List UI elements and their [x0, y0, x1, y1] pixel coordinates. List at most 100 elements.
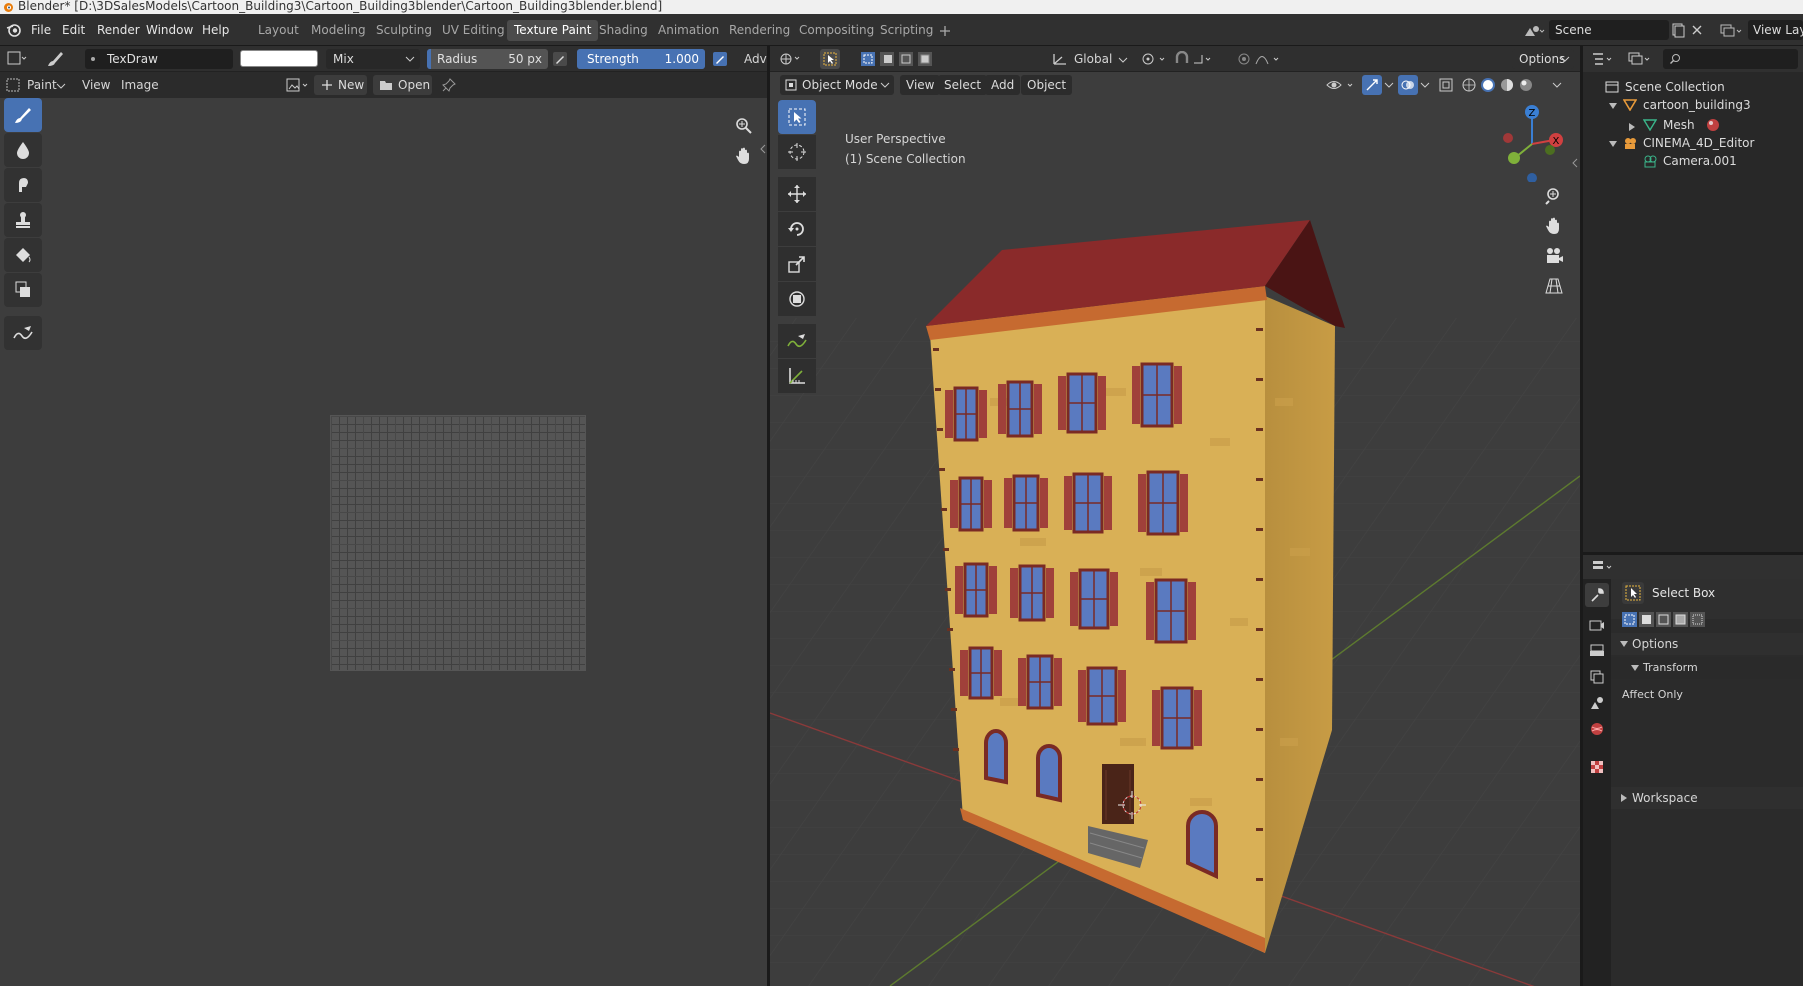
tab-texture-paint[interactable]: Texture Paint	[507, 20, 599, 41]
viewport-menu-add[interactable]: Add	[985, 75, 1021, 95]
texture-tab-icon[interactable]	[1589, 759, 1605, 775]
active-tool-select-icon[interactable]	[820, 49, 840, 69]
proportional-editing-icon[interactable]	[1236, 51, 1286, 67]
outliner-editor-type-icon[interactable]	[1591, 51, 1617, 67]
viewport-editor-type-icon[interactable]	[779, 50, 803, 68]
zoom-icon[interactable]	[1544, 186, 1564, 206]
tool-cursor[interactable]	[778, 135, 816, 169]
tool-smear[interactable]	[4, 168, 42, 202]
output-tab-icon[interactable]	[1589, 643, 1605, 659]
chevron-down-icon[interactable]	[1384, 81, 1394, 89]
tab-uv-editing[interactable]: UV Editing	[435, 20, 512, 41]
image-editor-canvas[interactable]	[0, 98, 767, 986]
tool-soften[interactable]	[4, 133, 42, 167]
menu-file[interactable]: File	[25, 20, 57, 40]
shading-mode-icons[interactable]	[1460, 76, 1544, 94]
image-menu-image[interactable]: Image	[121, 75, 159, 95]
add-workspace-icon[interactable]	[938, 24, 952, 38]
xray-toggle-icon[interactable]	[1438, 77, 1454, 93]
new-scene-icon[interactable]	[1670, 22, 1686, 38]
open-image-button[interactable]: Open	[373, 75, 432, 95]
expand-arrow-icon[interactable]	[1608, 102, 1618, 110]
visibility-icon[interactable]	[1326, 77, 1358, 93]
3d-viewport[interactable]: Global Options Object Mode View Select A…	[770, 46, 1580, 986]
chevron-down-icon[interactable]	[1420, 81, 1430, 89]
tool-select-box[interactable]	[778, 100, 816, 134]
tab-scripting[interactable]: Scripting	[873, 20, 940, 41]
scene-tab-icon[interactable]	[1589, 695, 1605, 711]
scene-name-field[interactable]: Scene	[1549, 20, 1669, 40]
tab-shading[interactable]: Shading	[592, 20, 655, 41]
pan-hand-icon[interactable]	[734, 146, 754, 166]
tool-mask[interactable]	[4, 273, 42, 307]
camera-view-icon[interactable]	[1544, 246, 1564, 266]
tab-modeling[interactable]: Modeling	[304, 20, 373, 41]
tool-clone[interactable]	[4, 203, 42, 237]
pivot-point-icon[interactable]	[1140, 51, 1170, 67]
tool-annotate-3d[interactable]	[778, 324, 816, 358]
new-image-button[interactable]: New	[314, 75, 367, 95]
perspective-toggle-icon[interactable]	[1544, 276, 1564, 296]
viewport-menu-view[interactable]: View	[900, 75, 941, 95]
tool-move[interactable]	[778, 177, 816, 211]
snapping-icon[interactable]	[1174, 51, 1224, 67]
viewport-sidebar-toggle-icon[interactable]	[1570, 156, 1579, 170]
tab-rendering[interactable]: Rendering	[722, 20, 797, 41]
tab-animation[interactable]: Animation	[651, 20, 726, 41]
chevron-down-icon[interactable]	[1552, 81, 1562, 89]
world-tab-icon[interactable]	[1589, 721, 1605, 737]
strength-pressure-icon[interactable]	[712, 51, 728, 67]
transform-orientation-dropdown[interactable]: Global	[1074, 49, 1112, 69]
view-layer-field[interactable]: View Layer	[1748, 20, 1803, 40]
expand-arrow-icon[interactable]	[1608, 140, 1618, 148]
uv-texture-canvas[interactable]	[330, 415, 586, 671]
show-overlays-toggle[interactable]	[1398, 75, 1418, 95]
outliner-search-input[interactable]	[1663, 49, 1798, 69]
view-layer-tab-icon[interactable]	[1589, 669, 1605, 685]
tool-draw[interactable]	[4, 98, 42, 132]
view-layer-selector-icon[interactable]	[1718, 22, 1744, 40]
tab-sculpting[interactable]: Sculpting	[369, 20, 439, 41]
menu-edit[interactable]: Edit	[56, 20, 91, 40]
tool-rotate[interactable]	[778, 212, 816, 246]
tool-annotate[interactable]	[4, 316, 42, 350]
delete-scene-icon[interactable]	[1689, 22, 1705, 38]
tool-transform[interactable]	[778, 282, 816, 316]
paint-mode-dropdown[interactable]: Paint	[27, 75, 57, 95]
tool-scale[interactable]	[778, 247, 816, 281]
tab-layout[interactable]: Layout	[251, 20, 306, 41]
options-panel-header[interactable]: Options	[1611, 633, 1803, 655]
tool-fill[interactable]	[4, 238, 42, 272]
workspace-panel-header[interactable]: Workspace	[1611, 787, 1803, 809]
object-mode-dropdown[interactable]: Object Mode	[780, 75, 894, 95]
brush-color-swatch[interactable]	[240, 50, 318, 67]
radius-slider[interactable]: Radius 50 px	[427, 49, 548, 69]
viewport-menu-object[interactable]: Object	[1021, 75, 1073, 95]
tab-tool[interactable]	[1585, 583, 1609, 607]
radius-pressure-icon[interactable]	[552, 51, 568, 67]
tab-compositing[interactable]: Compositing	[792, 20, 881, 41]
render-tab-icon[interactable]	[1589, 617, 1605, 633]
strength-slider[interactable]: Strength 1.000	[577, 49, 705, 69]
tool-measure[interactable]	[778, 359, 816, 393]
browse-image-icon[interactable]	[285, 77, 313, 93]
menu-help[interactable]: Help	[196, 20, 235, 40]
collapse-arrow-icon[interactable]	[1628, 122, 1636, 132]
brush-icon[interactable]	[44, 49, 66, 69]
selection-mode-icons[interactable]	[860, 51, 938, 67]
scene-selector-icon[interactable]	[1521, 22, 1547, 40]
blender-menu-icon[interactable]	[6, 22, 22, 38]
zoom-magnifier-icon[interactable]	[734, 116, 754, 136]
transform-subpanel-header[interactable]: Transform	[1611, 657, 1803, 679]
blend-mode-dropdown[interactable]: Mix	[326, 49, 420, 69]
image-menu-view[interactable]: View	[82, 75, 110, 95]
display-mode-icon[interactable]	[1627, 51, 1655, 67]
brush-name-field[interactable]: TexDraw	[85, 49, 233, 69]
viewport-menu-select[interactable]: Select	[938, 75, 988, 95]
menu-window[interactable]: Window	[140, 20, 199, 40]
pan-icon[interactable]	[1544, 216, 1564, 236]
show-gizmo-toggle[interactable]	[1362, 75, 1382, 95]
editor-type-icon[interactable]	[6, 50, 30, 68]
options-dropdown[interactable]: Options	[1512, 49, 1574, 69]
menu-render[interactable]: Render	[91, 20, 146, 40]
